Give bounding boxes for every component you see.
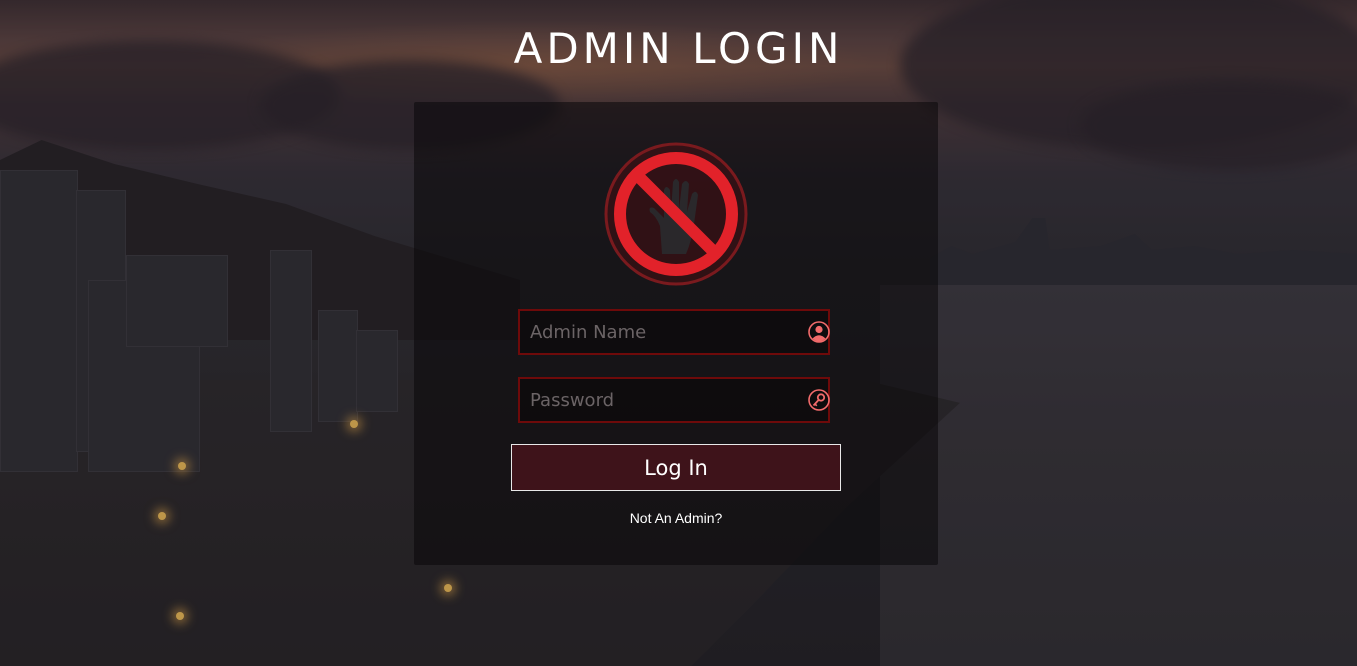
password-input[interactable] [520, 379, 790, 421]
password-field [518, 377, 830, 423]
stop-hand-icon [604, 142, 748, 286]
key-icon [808, 389, 830, 411]
login-button[interactable]: Log In [511, 444, 841, 491]
user-circle-icon [808, 321, 830, 343]
login-panel: Log In Not An Admin? [414, 102, 938, 565]
admin-name-input[interactable] [520, 311, 790, 353]
admin-name-field [518, 309, 830, 355]
page-title: ADMIN LOGIN [513, 24, 844, 73]
not-admin-link[interactable]: Not An Admin? [414, 510, 938, 526]
